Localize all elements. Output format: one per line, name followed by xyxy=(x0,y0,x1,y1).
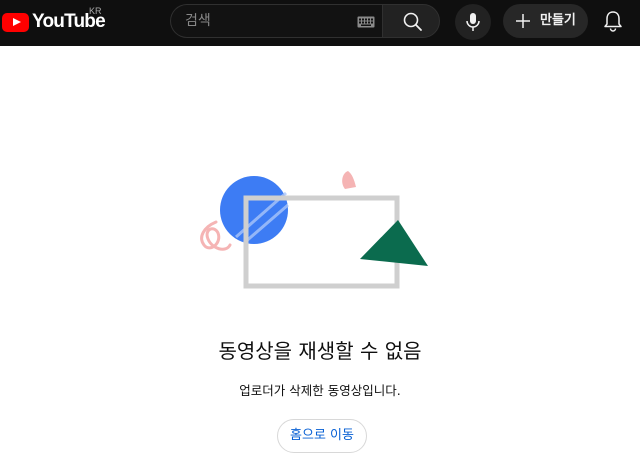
youtube-logo-icon xyxy=(2,12,29,32)
search-box xyxy=(170,4,382,38)
search-button[interactable] xyxy=(382,4,440,38)
green-triangle-shape xyxy=(360,220,428,266)
top-bar: YouTube KR 검색 만들기 xyxy=(0,0,640,46)
error-description: 업로더가 삭제한 동영상입니다. xyxy=(239,383,401,398)
create-button[interactable]: 만들기 xyxy=(503,4,588,38)
voice-search-button[interactable] xyxy=(455,4,491,40)
keyboard-icon[interactable] xyxy=(357,16,375,28)
plus-icon xyxy=(516,14,530,28)
country-code: KR xyxy=(89,6,102,16)
notifications-button[interactable] xyxy=(600,6,628,36)
pink-wedge-shape xyxy=(342,171,356,189)
search-icon xyxy=(403,12,422,31)
go-home-button[interactable]: 홈으로 이동 xyxy=(277,419,367,453)
error-title: 동영상을 재생할 수 없음 xyxy=(218,339,422,363)
mic-icon xyxy=(466,13,480,31)
video-unavailable-illustration xyxy=(200,171,428,289)
bell-icon xyxy=(604,11,622,32)
create-label: 만들기 xyxy=(540,13,576,28)
search-input[interactable] xyxy=(185,5,345,37)
